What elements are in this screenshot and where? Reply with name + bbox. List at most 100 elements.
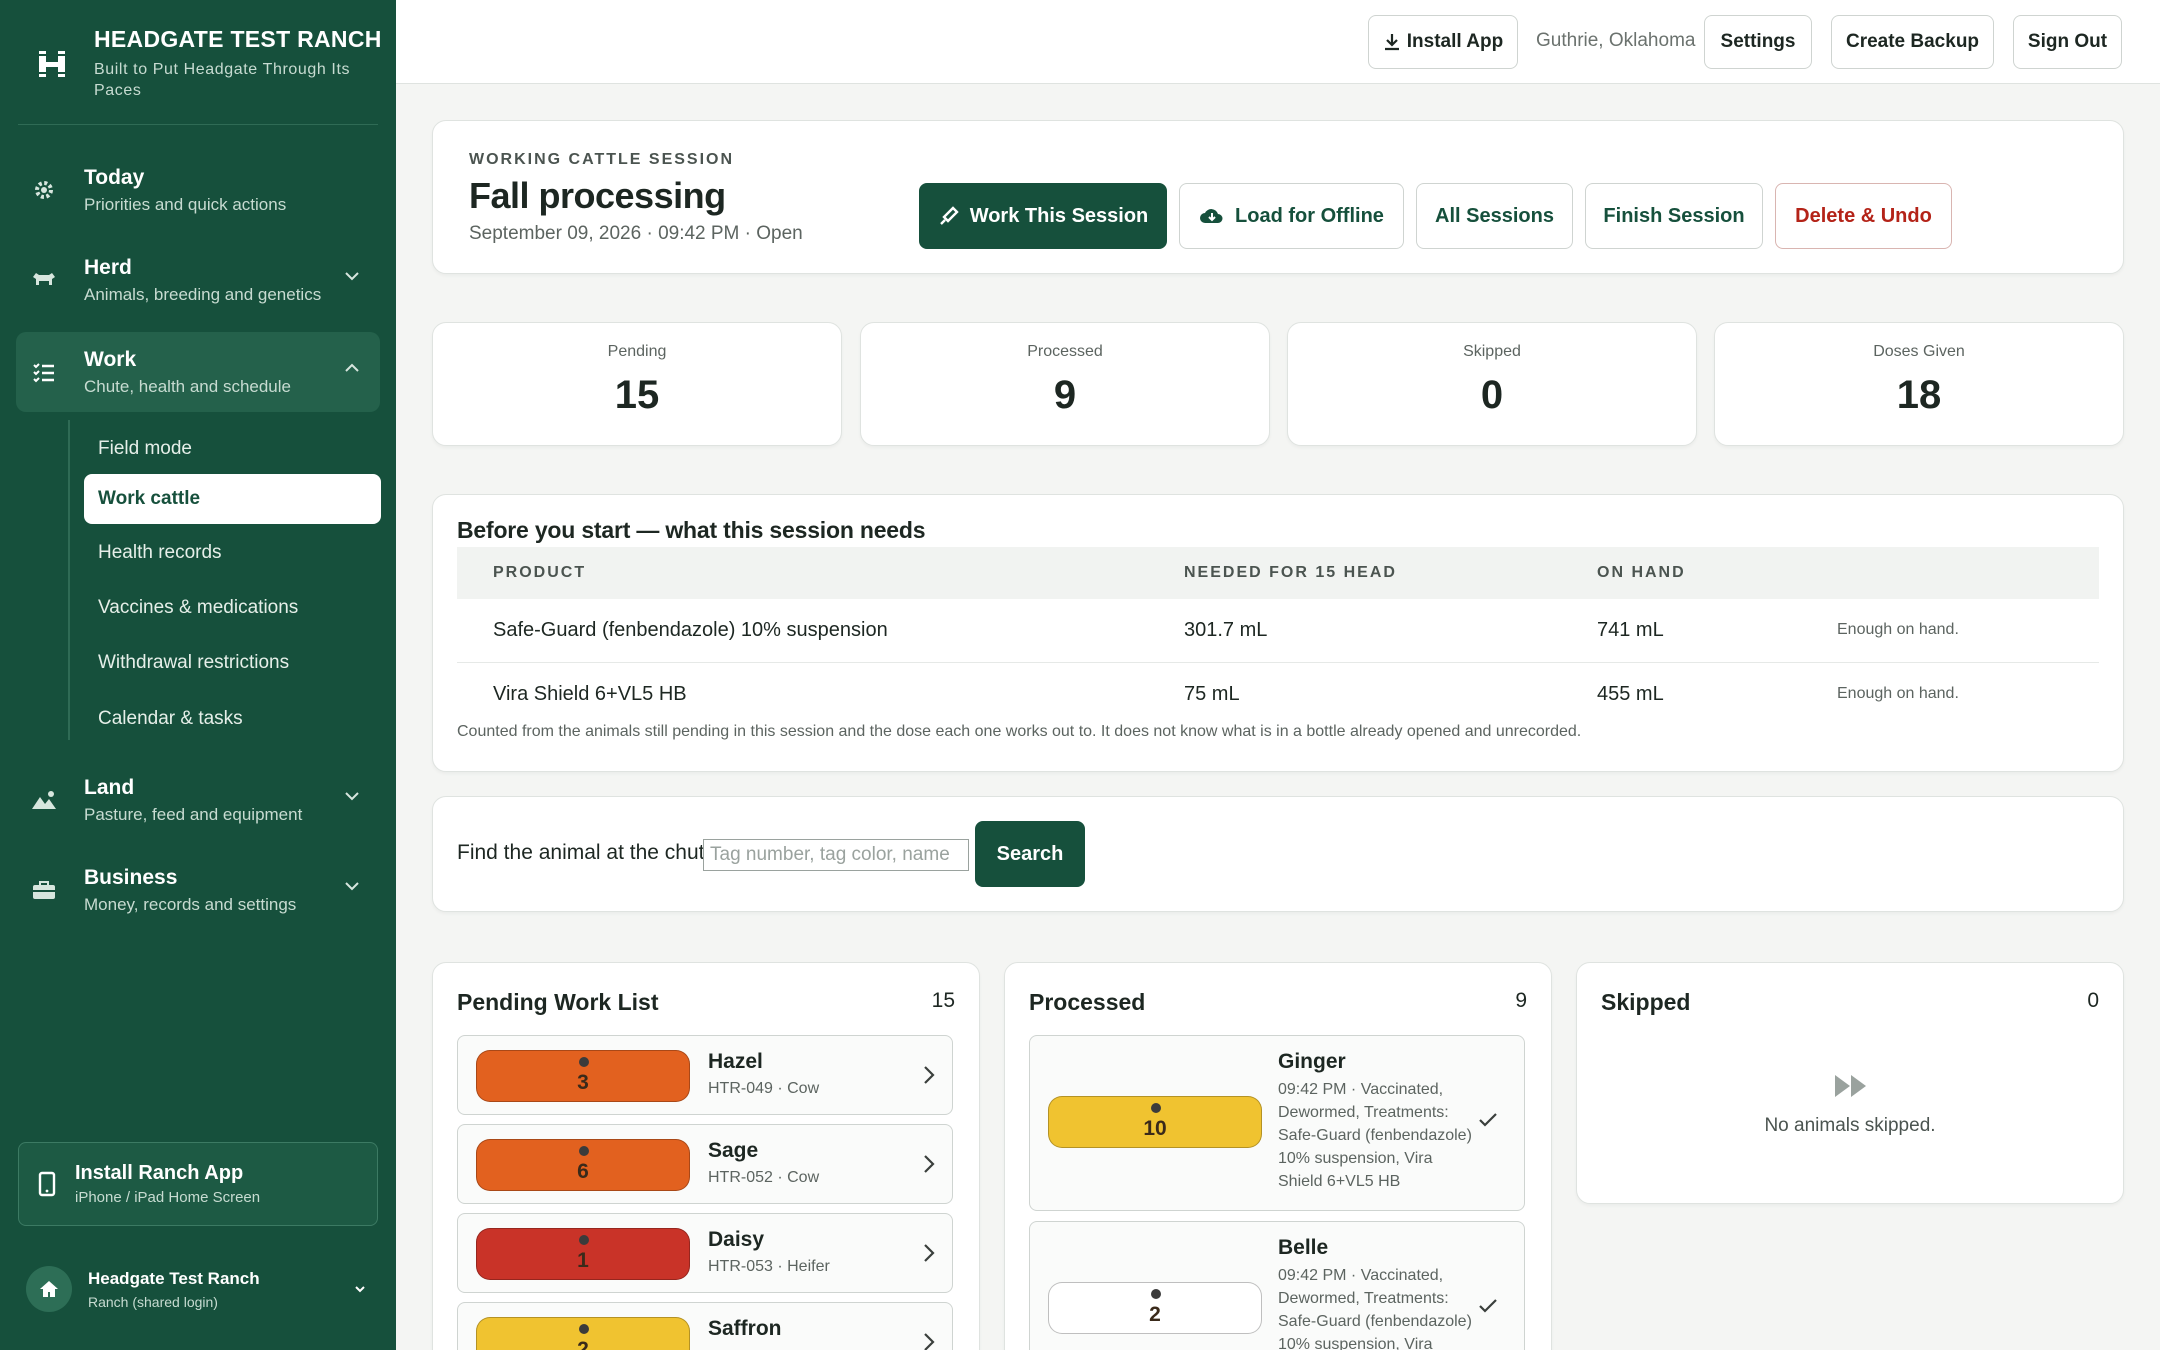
- list-item[interactable]: 10 Ginger 09:42 PM · Vaccinated, Deworme…: [1029, 1035, 1525, 1211]
- animal-id: HTR-052 · Cow: [708, 1169, 820, 1186]
- nav-title: Land: [84, 775, 135, 799]
- sidebar-item-land[interactable]: Land Pasture, feed and equipment: [16, 760, 380, 840]
- install-app-button[interactable]: Install App: [1368, 15, 1518, 69]
- tag-hole: [579, 1235, 589, 1245]
- chevron-right-icon: [924, 1155, 935, 1173]
- needed-amount: 301.7 mL: [1184, 619, 1268, 641]
- column-product: PRODUCT: [493, 564, 587, 581]
- all-sessions-button[interactable]: All Sessions: [1416, 183, 1573, 249]
- install-card-subtitle: iPhone / iPad Home Screen: [75, 1189, 261, 1206]
- nav-title: Work: [84, 347, 137, 371]
- skipped-count: 0: [2087, 989, 2099, 1012]
- sidebar-item-today[interactable]: Today Priorities and quick actions: [16, 150, 380, 230]
- download-icon: [1384, 34, 1399, 51]
- pending-title: Pending Work List: [457, 989, 659, 1015]
- check-icon: [1479, 1113, 1497, 1127]
- needed-amount: 75 mL: [1184, 683, 1240, 705]
- list-item[interactable]: 3 Hazel HTR-049 · Cow: [457, 1035, 953, 1115]
- processing-detail: 09:42 PM · Vaccinated, Dewormed, Treatme…: [1278, 1267, 1472, 1350]
- load-offline-button[interactable]: Load for Offline: [1179, 183, 1404, 249]
- table-row: Safe-Guard (fenbendazole) 10% suspension…: [457, 599, 2099, 663]
- sidebar-divider: [18, 124, 378, 125]
- cloud-download-icon: [1200, 209, 1223, 223]
- session-meta: September 09, 2026 · 09:42 PM · Open: [469, 223, 803, 244]
- processed-title: Processed: [1029, 989, 1146, 1015]
- list-item[interactable]: 2 Saffron: [457, 1302, 953, 1350]
- brand[interactable]: HEADGATE TEST RANCH Built to Put Headgat…: [32, 26, 384, 101]
- settings-button[interactable]: Settings: [1704, 15, 1812, 69]
- animal-name: Belle: [1278, 1236, 1329, 1259]
- animal-id: HTR-049 · Cow: [708, 1080, 820, 1097]
- nav-title: Herd: [84, 255, 132, 279]
- work-subnav: Field mode Work cattle Health records Va…: [68, 420, 381, 740]
- chevron-down-icon[interactable]: [354, 1285, 366, 1293]
- pending-count: 15: [931, 989, 955, 1012]
- subnav-item-calendar[interactable]: Calendar & tasks: [84, 694, 381, 744]
- animal-name: Ginger: [1278, 1050, 1346, 1073]
- account-switcher[interactable]: Headgate Test Ranch Ranch (shared login): [26, 1266, 370, 1312]
- processing-detail: 09:42 PM · Vaccinated, Dewormed, Treatme…: [1278, 1081, 1472, 1190]
- nav-subtitle: Priorities and quick actions: [84, 194, 287, 214]
- brand-title: HEADGATE TEST RANCH: [94, 26, 382, 52]
- finish-session-button[interactable]: Finish Session: [1585, 183, 1763, 249]
- stock-note: Enough on hand.: [1837, 621, 1959, 638]
- install-app-label: Install App: [1406, 31, 1504, 52]
- nav-title: Business: [84, 865, 178, 889]
- install-ranch-app-card[interactable]: Install Ranch App iPhone / iPad Home Scre…: [18, 1142, 378, 1226]
- stat-value: 0: [1480, 373, 1504, 417]
- ear-tag: 1: [476, 1228, 690, 1280]
- search-button[interactable]: Search: [975, 821, 1085, 887]
- ranch-location: Guthrie, Oklahoma: [1536, 30, 1696, 51]
- column-on-hand: ON HAND: [1597, 564, 1686, 581]
- sidebar: HEADGATE TEST RANCH Built to Put Headgat…: [0, 0, 396, 1350]
- subnav-item-health-records[interactable]: Health records: [84, 528, 381, 578]
- tag-hole: [579, 1146, 589, 1156]
- list-item[interactable]: 6 Sage HTR-052 · Cow: [457, 1124, 953, 1204]
- stat-skipped: Skipped 0: [1287, 322, 1697, 446]
- skipped-title: Skipped: [1601, 989, 1691, 1015]
- stat-label: Pending: [607, 343, 667, 360]
- chevron-down-icon[interactable]: [344, 880, 360, 892]
- skipped-list: Skipped 0 No animals skipped.: [1576, 962, 2124, 1204]
- tag-number: 10: [1143, 1117, 1167, 1140]
- account-role: Ranch (shared login): [88, 1293, 218, 1310]
- ear-tag: 2: [476, 1317, 690, 1350]
- sidebar-item-herd[interactable]: Herd Animals, breeding and genetics: [16, 240, 380, 320]
- sidebar-item-business[interactable]: Business Money, records and settings: [16, 850, 380, 930]
- session-header-card: WORKING CATTLE SESSION Fall processing S…: [432, 120, 2124, 274]
- pending-work-list: Pending Work List 15 3 Hazel HTR-049 · C…: [432, 962, 980, 1350]
- nav-subtitle: Pasture, feed and equipment: [84, 804, 303, 824]
- stat-value: 15: [614, 373, 660, 417]
- tag-hole: [1151, 1289, 1161, 1299]
- account-name: Headgate Test Ranch: [88, 1268, 260, 1288]
- create-backup-button[interactable]: Create Backup: [1831, 15, 1994, 69]
- list-item[interactable]: 1 Daisy HTR-053 · Heifer: [457, 1213, 953, 1293]
- chevron-up-icon[interactable]: [344, 362, 360, 374]
- stat-label: Skipped: [1463, 343, 1521, 360]
- animal-id: HTR-053 · Heifer: [708, 1258, 830, 1275]
- tag-number: 2: [577, 1338, 589, 1350]
- product-name: Vira Shield 6+VL5 HB: [493, 683, 687, 705]
- subnav-item-field-mode[interactable]: Field mode: [84, 424, 381, 474]
- skipped-empty-message: No animals skipped.: [1764, 1115, 1936, 1136]
- tag-hole: [1151, 1103, 1161, 1113]
- delete-undo-button[interactable]: Delete & Undo: [1775, 183, 1952, 249]
- subnav-item-work-cattle[interactable]: Work cattle: [84, 474, 381, 524]
- stat-label: Doses Given: [1873, 343, 1965, 360]
- sign-out-button[interactable]: Sign Out: [2013, 15, 2122, 69]
- chevron-right-icon: [924, 1066, 935, 1084]
- sidebar-item-work[interactable]: Work Chute, health and schedule: [16, 332, 380, 412]
- nav-subtitle: Money, records and settings: [84, 894, 297, 914]
- chevron-down-icon[interactable]: [344, 790, 360, 802]
- tag-number: 3: [577, 1071, 589, 1094]
- work-this-session-button[interactable]: Work This Session: [919, 183, 1167, 249]
- chevron-down-icon[interactable]: [344, 270, 360, 282]
- list-item[interactable]: 2 Belle 09:42 PM · Vaccinated, Dewormed,…: [1029, 1221, 1525, 1350]
- subnav-item-vaccines[interactable]: Vaccines & medications: [84, 583, 381, 633]
- subnav-item-withdrawal[interactable]: Withdrawal restrictions: [84, 638, 381, 688]
- column-needed: NEEDED FOR 15 HEAD: [1184, 564, 1397, 581]
- search-input[interactable]: [703, 839, 969, 871]
- find-animal-label: Find the animal at the chute: [457, 841, 717, 864]
- tag-hole: [579, 1324, 589, 1334]
- ear-tag: 10: [1048, 1096, 1262, 1148]
